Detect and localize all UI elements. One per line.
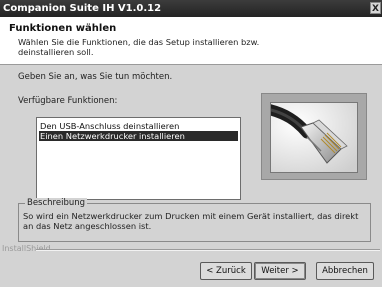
window-title: Companion Suite IH V1.0.12 [3,3,162,14]
page-description: Wählen Sie die Funktionen, die das Setup… [18,37,260,57]
illustration-frame [261,93,367,180]
title-bar[interactable]: Companion Suite IH V1.0.12 X [0,0,382,17]
network-cable-plug-icon [270,102,358,173]
next-button[interactable]: Weiter > [254,262,306,280]
setup-dialog: Companion Suite IH V1.0.12 X Funktionen … [0,0,382,287]
dialog-header: Funktionen wählen Wählen Sie die Funktio… [0,17,382,65]
features-label: Verfügbare Funktionen: [18,96,118,106]
list-item-install-network-printer[interactable]: Einen Netzwerkdrucker installieren [39,131,238,141]
close-icon[interactable]: X [370,2,381,14]
features-listbox[interactable]: Den USB-Anschluss deinstallieren Einen N… [36,117,241,200]
back-button[interactable]: < Zurück [200,262,252,280]
cancel-button[interactable]: Abbrechen [316,262,374,280]
instruction-text: Geben Sie an, was Sie tun möchten. [18,72,173,82]
description-groupbox: Beschreibung So wird ein Netzwerkdrucker… [18,198,371,242]
brand-divider [36,249,380,251]
page-title: Funktionen wählen [9,23,117,34]
description-text: So wird ein Netzwerkdrucker zum Drucken … [23,211,359,231]
list-item-uninstall-usb[interactable]: Den USB-Anschluss deinstallieren [39,121,200,131]
description-legend: Beschreibung [25,198,88,208]
